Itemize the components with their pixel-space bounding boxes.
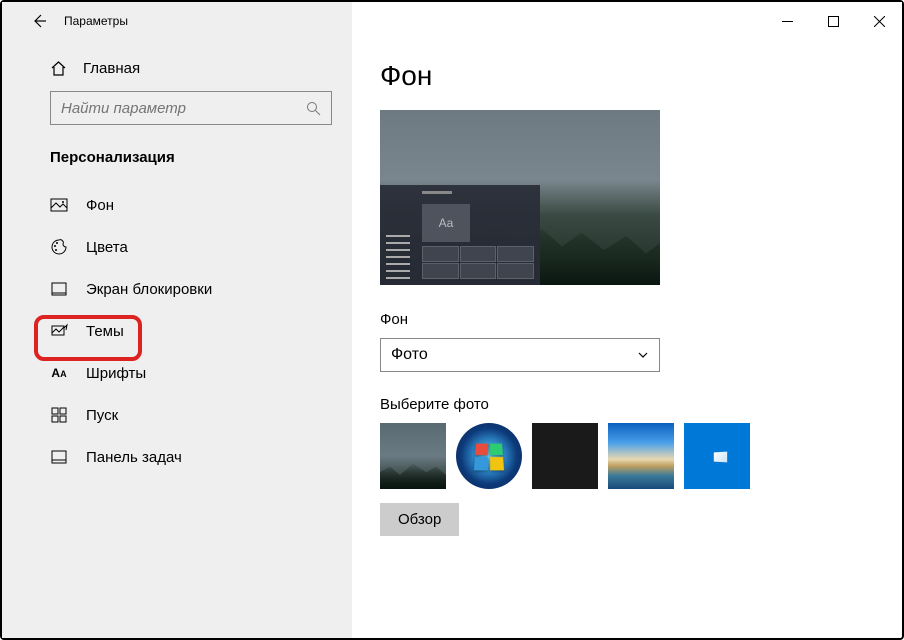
sidebar-item-fonts[interactable]: AA Шрифты bbox=[2, 352, 352, 394]
sidebar-item-label: Пуск bbox=[86, 407, 118, 424]
page-title: Фон bbox=[380, 60, 874, 92]
palette-icon bbox=[50, 238, 68, 256]
sidebar-item-label: Фон bbox=[86, 197, 114, 214]
photo-thumb-2[interactable] bbox=[456, 423, 522, 489]
picture-icon bbox=[50, 196, 68, 214]
home-link[interactable]: Главная bbox=[2, 52, 352, 91]
sidebar-item-start[interactable]: Пуск bbox=[2, 394, 352, 436]
maximize-button[interactable] bbox=[810, 2, 856, 40]
background-preview: Aa bbox=[380, 110, 660, 285]
lockscreen-icon bbox=[50, 280, 68, 298]
preview-sample-text: Aa bbox=[422, 204, 470, 242]
sidebar-item-themes[interactable]: Темы bbox=[2, 310, 352, 352]
photo-thumbnails bbox=[380, 423, 874, 489]
dropdown-value: Фото bbox=[391, 346, 428, 364]
window-title: Параметры bbox=[64, 14, 128, 28]
taskbar-icon bbox=[50, 448, 68, 466]
sidebar-item-label: Темы bbox=[86, 323, 124, 340]
photo-thumb-3[interactable] bbox=[532, 423, 598, 489]
photo-thumb-1[interactable] bbox=[380, 423, 446, 489]
sidebar-item-label: Экран блокировки bbox=[86, 281, 212, 298]
section-header: Персонализация bbox=[2, 143, 352, 184]
photo-thumb-4[interactable] bbox=[608, 423, 674, 489]
fonts-icon: AA bbox=[50, 364, 68, 382]
home-icon bbox=[50, 60, 67, 77]
home-label: Главная bbox=[83, 60, 140, 77]
sidebar-item-label: Панель задач bbox=[86, 449, 182, 466]
background-label: Фон bbox=[380, 311, 874, 328]
sidebar-item-background[interactable]: Фон bbox=[2, 184, 352, 226]
sidebar-item-taskbar[interactable]: Панель задач bbox=[2, 436, 352, 478]
start-icon bbox=[50, 406, 68, 424]
chevron-down-icon bbox=[637, 349, 649, 361]
sidebar: Главная Персонализация Фон Цве bbox=[2, 40, 352, 638]
photo-thumb-5[interactable] bbox=[684, 423, 750, 489]
themes-icon bbox=[50, 322, 68, 340]
background-type-dropdown[interactable]: Фото bbox=[380, 338, 660, 372]
titlebar: Параметры bbox=[2, 2, 902, 40]
sidebar-item-colors[interactable]: Цвета bbox=[2, 226, 352, 268]
search-icon bbox=[306, 101, 321, 116]
sidebar-item-label: Цвета bbox=[86, 239, 128, 256]
sidebar-item-label: Шрифты bbox=[86, 365, 146, 382]
browse-button[interactable]: Обзор bbox=[380, 503, 459, 536]
sidebar-item-lockscreen[interactable]: Экран блокировки bbox=[2, 268, 352, 310]
search-input[interactable] bbox=[50, 91, 332, 125]
main-content: Фон Aa Фон Фото bbox=[352, 40, 902, 638]
minimize-button[interactable] bbox=[764, 2, 810, 40]
back-button[interactable] bbox=[20, 2, 58, 40]
close-button[interactable] bbox=[856, 2, 902, 40]
choose-photo-label: Выберите фото bbox=[380, 396, 874, 413]
